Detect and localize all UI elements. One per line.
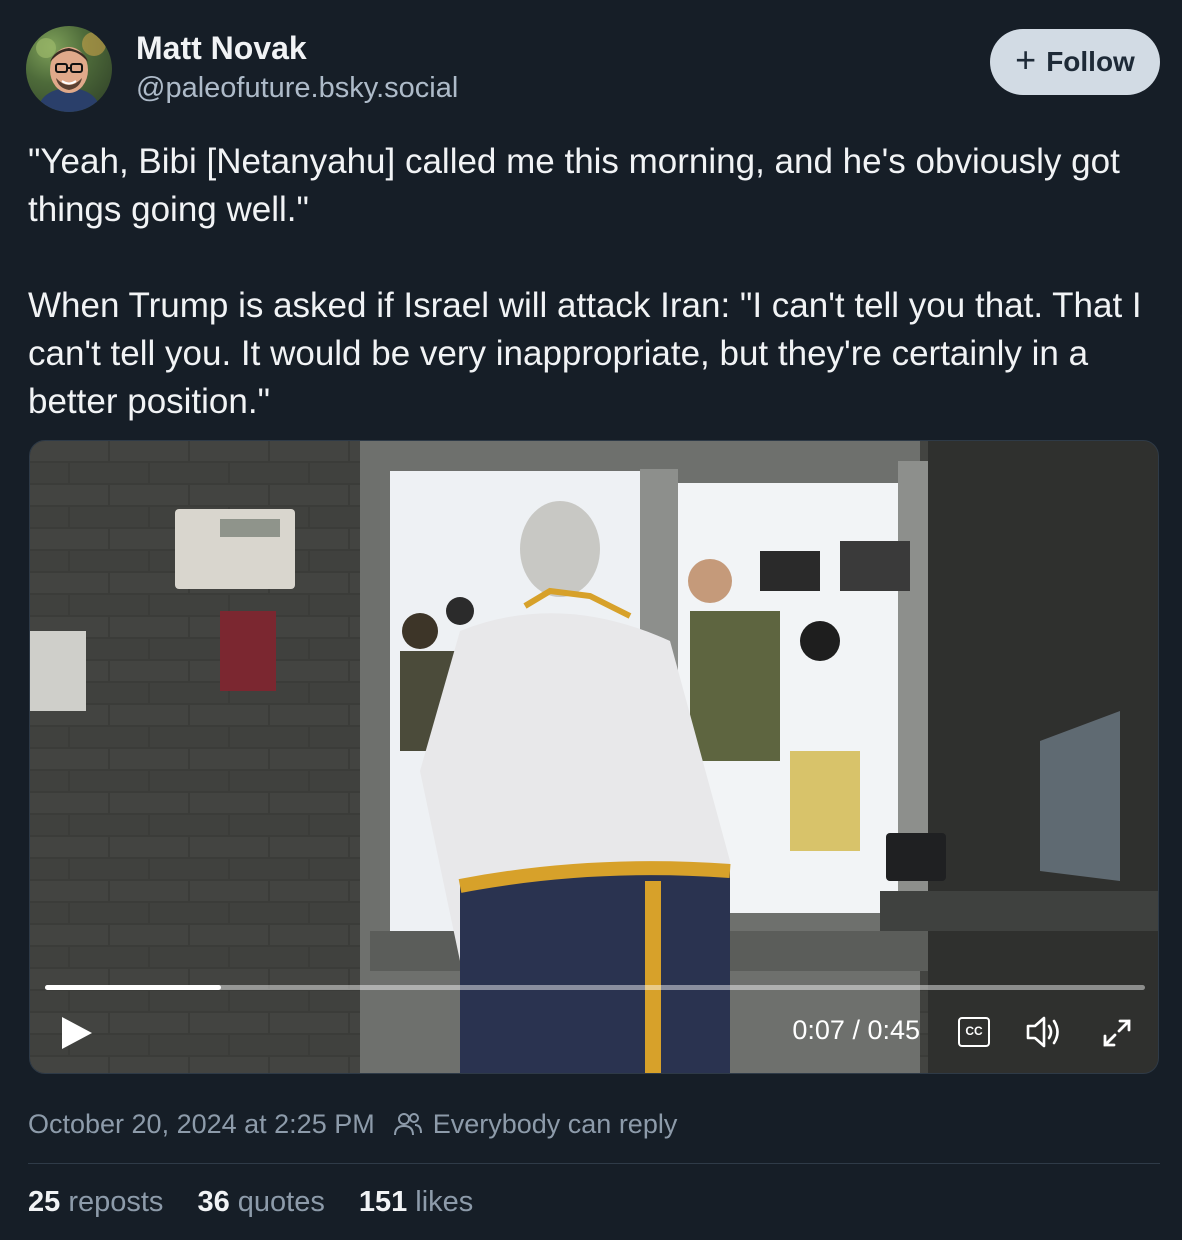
quotes-stat[interactable]: 36 quotes [197,1186,324,1219]
plus-icon: + [1015,39,1037,80]
fullscreen-icon[interactable] [1101,1017,1133,1049]
avatar-image [36,32,106,112]
video-time: 0:07 / 0:45 [792,1015,920,1045]
follow-button[interactable]: + Follow [990,29,1160,95]
post-card: Matt Novak @paleofuture.bsky.social + Fo… [0,0,1182,1240]
captions-icon[interactable]: CC [958,1017,990,1047]
post-stats: 25 reposts 36 quotes 151 likes [28,1186,473,1219]
video-frame [30,441,1158,1073]
play-icon[interactable] [60,1015,94,1051]
quotes-count: 36 [197,1186,230,1218]
likes-label: likes [415,1186,474,1218]
author-handle[interactable]: @paleofuture.bsky.social [136,72,458,105]
divider [28,1163,1160,1164]
reply-setting: Everybody can reply [432,1108,678,1139]
reposts-label: reposts [68,1186,164,1218]
author-name[interactable]: Matt Novak [136,30,307,67]
likes-count: 151 [358,1186,408,1218]
reposts-count: 25 [28,1186,61,1218]
video-progress-fill [45,985,221,990]
post-text: "Yeah, Bibi [Netanyahu] called me this m… [28,138,1158,426]
follow-label: Follow [1046,46,1135,77]
likes-stat[interactable]: 151 likes [359,1186,473,1219]
post-meta: October 20, 2024 at 2:25 PM Everybody ca… [28,1106,677,1142]
video-player[interactable]: 0:07 / 0:45 CC [29,440,1159,1074]
people-icon [393,1113,422,1136]
reposts-stat[interactable]: 25 reposts [28,1186,163,1219]
quotes-label: quotes [237,1186,325,1218]
volume-icon[interactable] [1025,1015,1063,1049]
video-progress-bar[interactable] [45,985,1145,990]
post-paragraph: When Trump is asked if Israel will attac… [28,286,1142,421]
post-paragraph: "Yeah, Bibi [Netanyahu] called me this m… [28,142,1120,229]
author-avatar[interactable] [26,26,112,112]
post-timestamp[interactable]: October 20, 2024 at 2:25 PM [28,1109,375,1140]
